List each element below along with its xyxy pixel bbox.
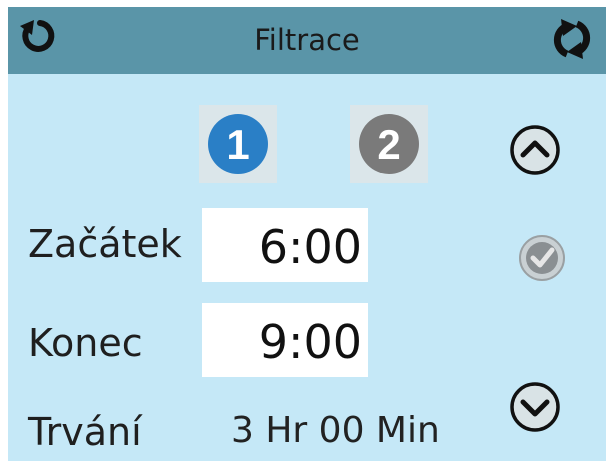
confirm-button[interactable] <box>518 234 566 282</box>
filtration-screen: Filtrace 1 2 Začátek 6:00 Konec 9:00 Trv… <box>8 7 606 461</box>
up-button[interactable] <box>509 124 561 176</box>
chevron-down-icon <box>510 382 560 432</box>
end-time-field[interactable]: 9:00 <box>202 303 368 377</box>
start-time-field[interactable]: 6:00 <box>202 208 368 282</box>
check-icon <box>519 235 565 281</box>
duration-value: 3 Hr 00 Min <box>231 410 440 451</box>
refresh-icon[interactable] <box>547 16 597 62</box>
title-bar: Filtrace <box>8 7 606 74</box>
down-button[interactable] <box>509 381 561 433</box>
chevron-up-icon <box>510 125 560 175</box>
end-label: Konec <box>28 321 143 365</box>
cycle-2-button[interactable]: 2 <box>350 105 428 183</box>
cycle-2-label: 2 <box>377 121 400 168</box>
cycle-1-button[interactable]: 1 <box>199 105 277 183</box>
start-label: Začátek <box>28 222 182 266</box>
duration-label: Trvání <box>28 410 142 454</box>
page-title: Filtrace <box>254 23 360 57</box>
cycle-1-label: 1 <box>226 121 249 168</box>
back-icon[interactable] <box>16 16 56 56</box>
